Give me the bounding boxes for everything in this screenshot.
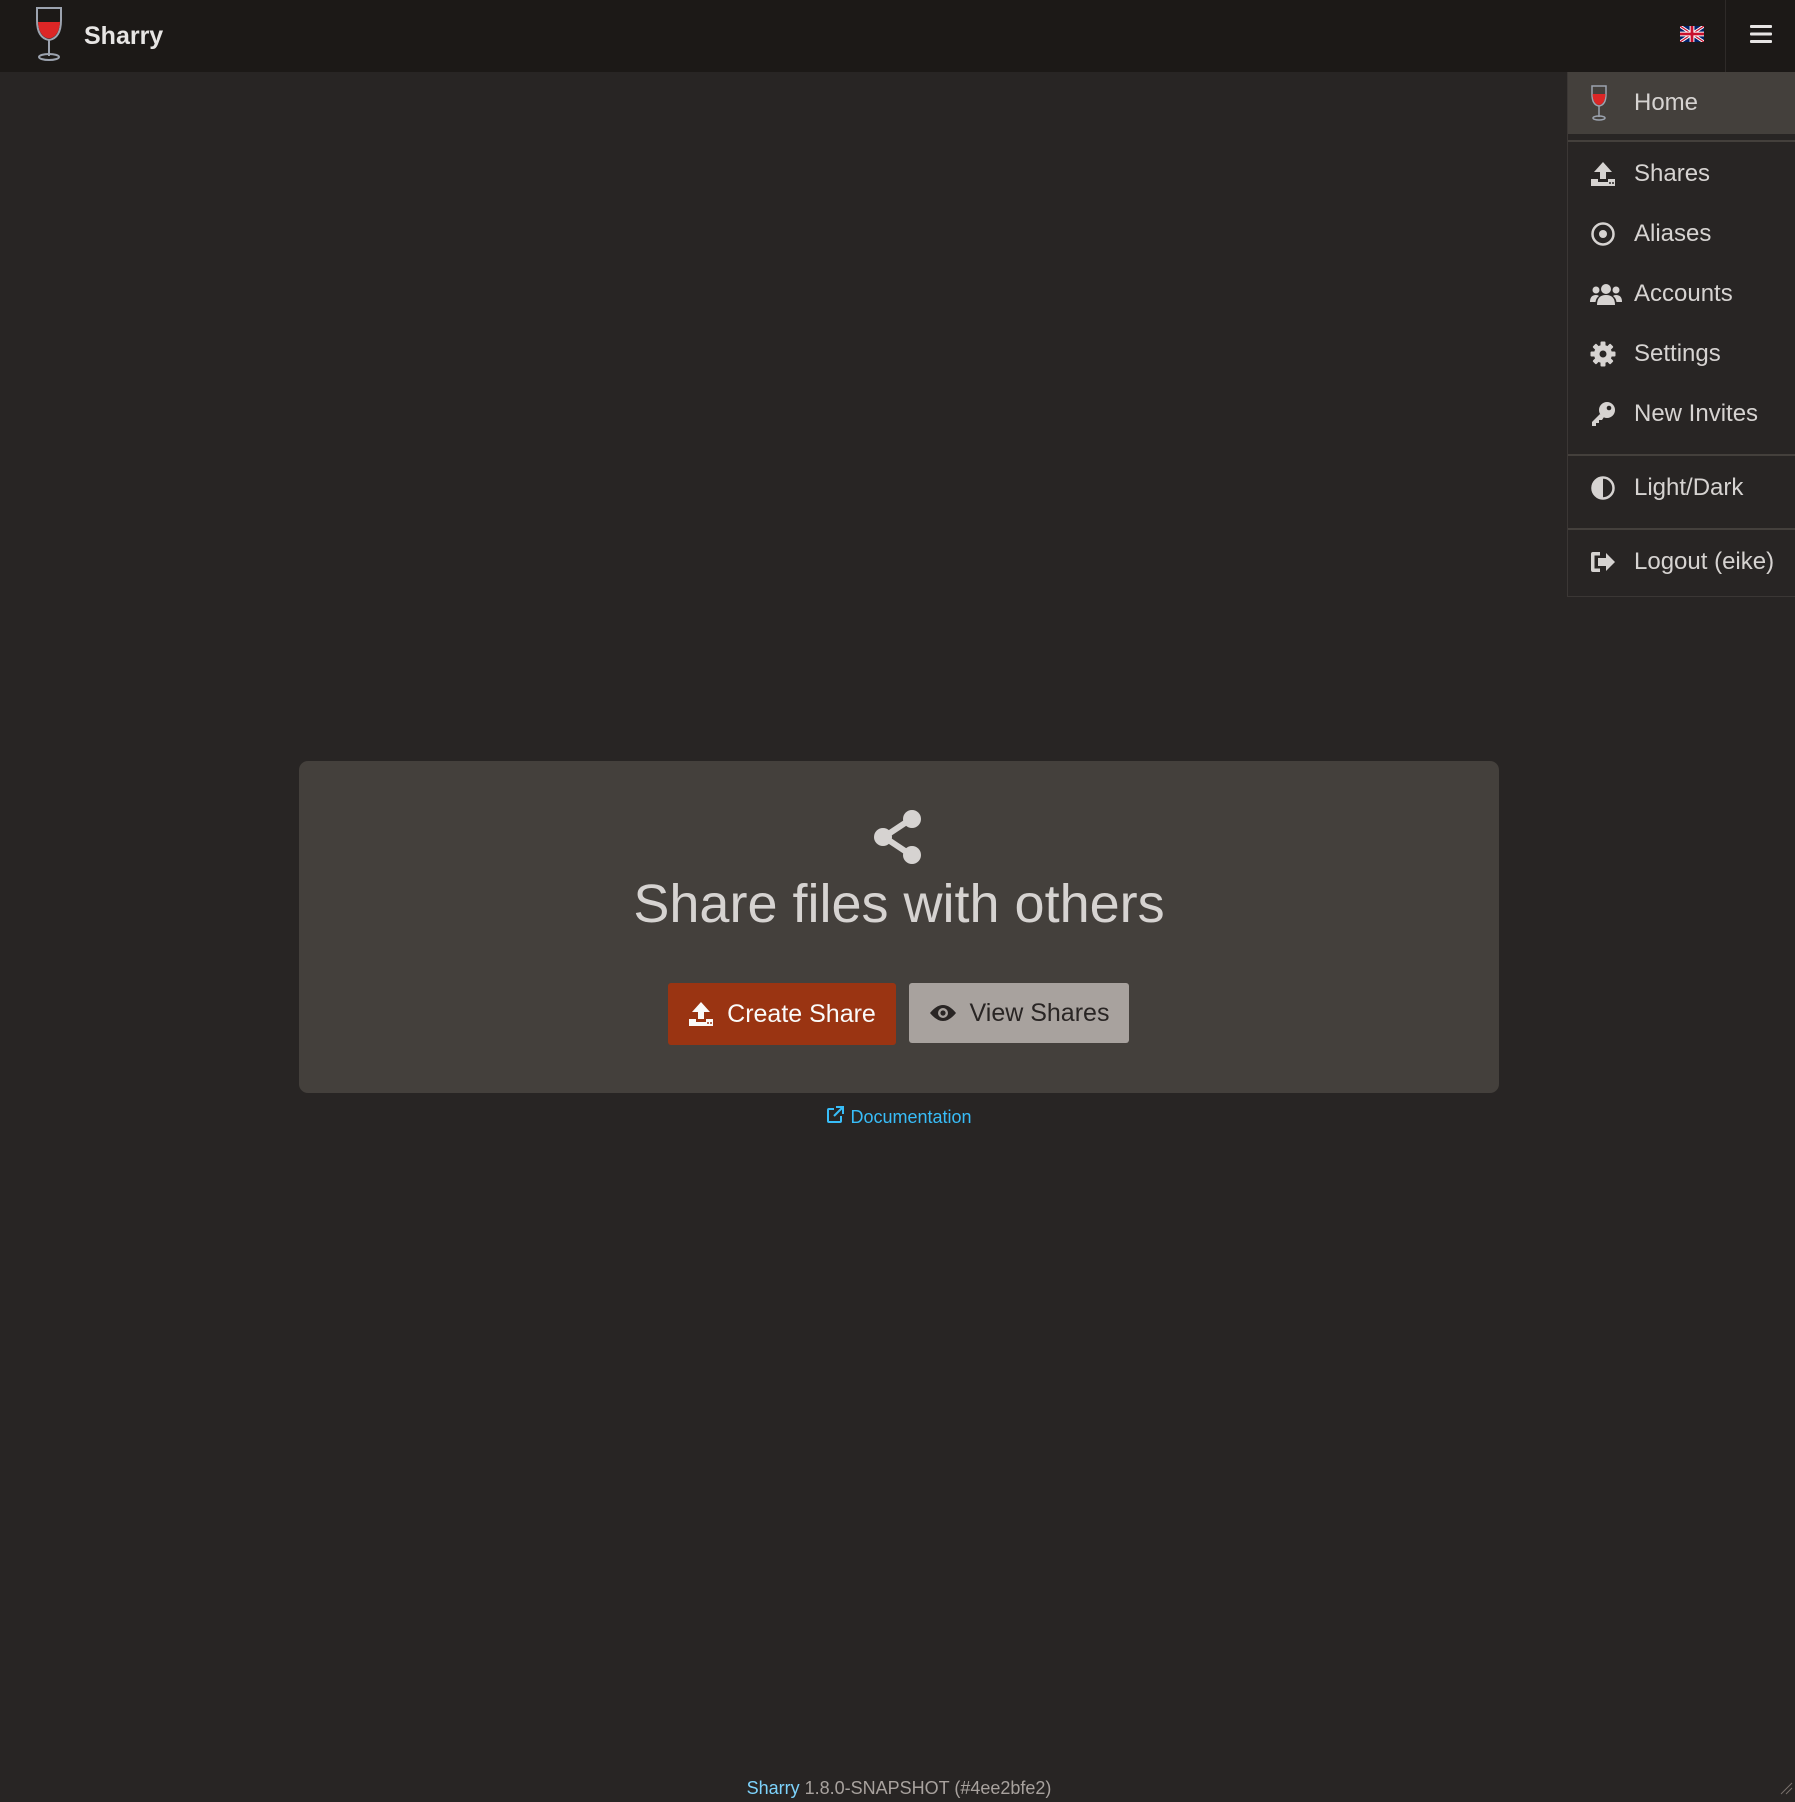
menu-item-home[interactable]: Home xyxy=(1568,72,1795,134)
menu-item-light-dark[interactable]: Light/Dark xyxy=(1568,462,1795,514)
wine-glass-logo-icon xyxy=(34,6,64,67)
users-icon xyxy=(1590,282,1634,306)
key-icon xyxy=(1590,401,1634,427)
menu-item-label: Light/Dark xyxy=(1634,474,1744,501)
nav-dropdown-menu: Home Shares Aliases Accounts Settings Ne… xyxy=(1567,72,1795,597)
menu-item-settings[interactable]: Settings xyxy=(1568,328,1795,380)
eye-icon xyxy=(929,1003,957,1023)
menu-item-label: Home xyxy=(1634,89,1699,116)
top-bar: Sharry xyxy=(0,0,1795,72)
gear-icon xyxy=(1590,341,1634,367)
menu-item-label: Aliases xyxy=(1634,220,1712,247)
page-title: Share files with others xyxy=(633,874,1165,934)
create-share-label: Create Share xyxy=(727,999,876,1028)
external-link-icon xyxy=(826,1106,845,1129)
dot-circle-icon xyxy=(1590,221,1634,247)
menu-divider xyxy=(1568,528,1795,530)
half-circle-icon xyxy=(1590,475,1634,501)
documentation-link-row: Documentation xyxy=(0,1106,1795,1129)
menu-item-label: New Invites xyxy=(1634,400,1759,427)
brand-link[interactable]: Sharry xyxy=(0,0,163,72)
menu-item-aliases[interactable]: Aliases xyxy=(1568,208,1795,260)
footer-app-link[interactable]: Sharry xyxy=(747,1778,800,1798)
menu-item-label: Accounts xyxy=(1634,280,1733,307)
menu-item-label: Shares xyxy=(1634,160,1711,187)
app-name: Sharry xyxy=(84,21,164,50)
sign-out-icon xyxy=(1590,550,1634,574)
language-selector[interactable] xyxy=(1659,0,1725,72)
documentation-label: Documentation xyxy=(850,1107,972,1127)
upload-icon xyxy=(1590,161,1634,187)
footer: Sharry 1.8.0-SNAPSHOT (#4ee2bfe2) xyxy=(0,1778,1795,1799)
menu-item-logout[interactable]: Logout (eike) xyxy=(1568,536,1795,588)
menu-item-label: Settings xyxy=(1634,340,1721,367)
resize-grip-icon xyxy=(1777,1779,1793,1800)
create-share-button[interactable]: Create Share xyxy=(668,983,896,1045)
welcome-card: Share files with others Create Share Vie… xyxy=(299,761,1499,1093)
menu-divider xyxy=(1568,454,1795,456)
documentation-link[interactable]: Documentation xyxy=(826,1106,972,1129)
menu-item-shares[interactable]: Shares xyxy=(1568,148,1795,200)
share-icon xyxy=(872,809,926,870)
menu-item-new-invites[interactable]: New Invites xyxy=(1568,388,1795,440)
upload-icon xyxy=(688,1001,714,1027)
hamburger-menu-button[interactable] xyxy=(1725,0,1795,72)
hamburger-icon xyxy=(1749,24,1772,49)
view-shares-label: View Shares xyxy=(969,998,1110,1027)
footer-version: 1.8.0-SNAPSHOT (#4ee2bfe2) xyxy=(804,1778,1052,1798)
uk-flag-icon xyxy=(1679,24,1705,47)
wine-glass-icon xyxy=(1590,85,1634,121)
menu-item-label: Logout (eike) xyxy=(1634,548,1775,575)
menu-item-accounts[interactable]: Accounts xyxy=(1568,268,1795,320)
view-shares-button[interactable]: View Shares xyxy=(909,983,1129,1043)
menu-divider xyxy=(1568,140,1795,142)
